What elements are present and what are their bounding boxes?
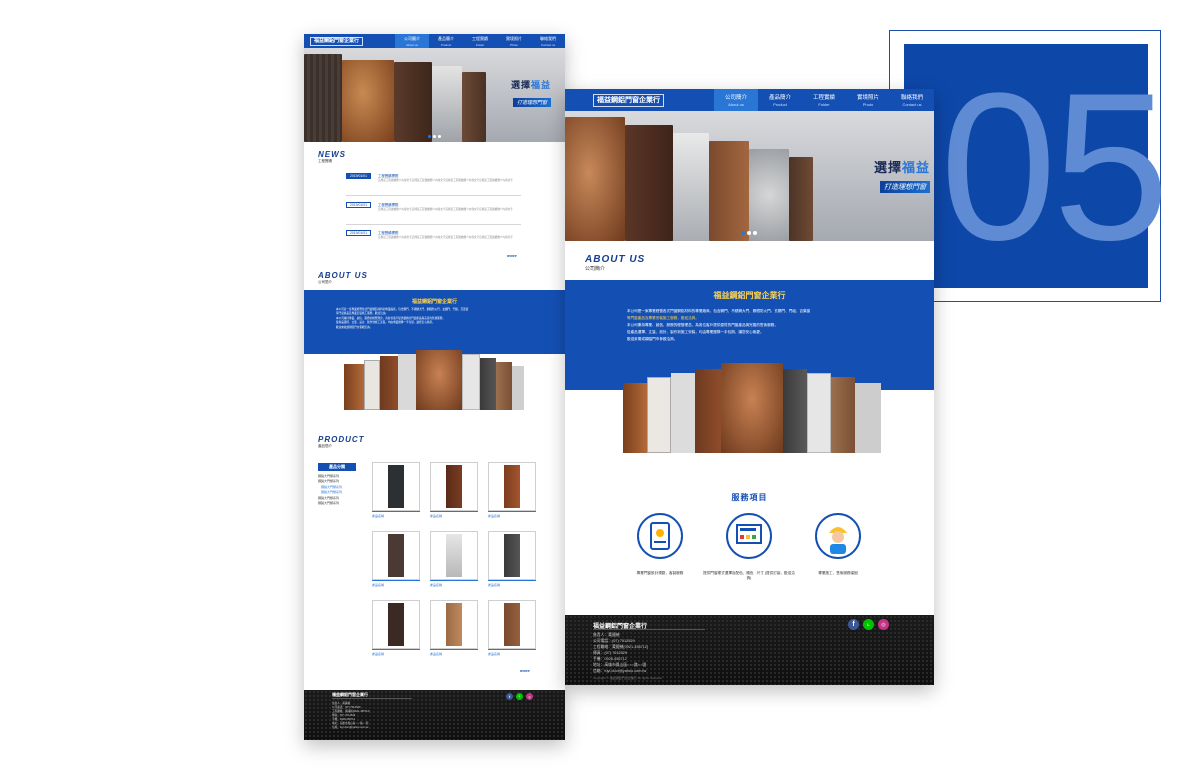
door-image [432, 66, 462, 142]
product-card[interactable]: 產品名稱 [372, 462, 420, 520]
door-image [304, 54, 342, 142]
nav-item-product[interactable]: 產品簡介 Product [429, 34, 463, 48]
hero-banner: 選擇福益 打造理想門窗 [304, 48, 565, 142]
line-icon[interactable]: L [863, 619, 874, 630]
category-item[interactable]: 鋼製大門類系列 [318, 501, 342, 506]
nav-item-product[interactable]: 產品簡介 Product [758, 89, 802, 111]
nav-item-folder[interactable]: 工程實績 Folder [802, 89, 846, 111]
product-card[interactable]: 產品名稱 [430, 531, 478, 589]
product-more-link[interactable]: more [520, 668, 530, 673]
deco-number: 05 [940, 49, 1170, 284]
nav-item-photo[interactable]: 實境照片 Photo [846, 89, 890, 111]
design-service-icon [637, 513, 683, 559]
door-image [673, 133, 709, 241]
news-heading: NEWS 工程實績 [318, 150, 346, 163]
nav-item-contact[interactable]: 聯絡我們 Contact us [890, 89, 934, 111]
nav-item-contact[interactable]: 聯絡我們 Contact us [531, 34, 565, 48]
site-footer: 福益鋼鋁門窗企業行 負責人：黃國禎 公司電話：(07) 7012529 工程聯絡… [565, 615, 934, 685]
nav-item-about[interactable]: 公司簡介 About us [714, 89, 758, 111]
product-card[interactable]: 產品名稱 [488, 531, 536, 589]
door-showcase-image [623, 363, 881, 453]
product-card[interactable]: 產品名稱 [488, 462, 536, 520]
service-caption: 專業門窗設計規劃，客製服務 [636, 571, 684, 575]
top-nav: 福益鋼鋁門窗企業行 公司簡介 About us 產品簡介 Product 工程實績 F… [304, 34, 565, 48]
door-image [749, 149, 789, 241]
carousel-dots[interactable] [428, 135, 441, 138]
carousel-dots[interactable] [741, 231, 757, 235]
line-icon[interactable]: L [516, 693, 523, 700]
category-heading: 產品分類 [318, 463, 356, 471]
site-footer: 福益鋼鋁門窗企業行 負責人：黃國禎 公司電話：(07) 7012529 工程聯絡… [304, 690, 565, 740]
door-image [462, 72, 486, 142]
category-list: 鋼製大門類系列 鋼製大門類系列 鋼製大門類系列 鋼製大門類系列 鋼製大門類系列 … [318, 474, 342, 506]
product-card[interactable]: 產品名稱 [372, 531, 420, 589]
homepage-mockup: 福益鋼鋁門窗企業行 公司簡介 About us 產品簡介 Product 工程實績 F… [304, 34, 565, 740]
hero-banner: 選擇福益 打造理想門窗 [565, 111, 934, 241]
instagram-icon[interactable]: ◎ [526, 693, 533, 700]
product-card[interactable]: 產品名稱 [372, 600, 420, 658]
product-card[interactable]: 產品名稱 [488, 600, 536, 658]
door-image [394, 62, 432, 142]
service-caption: 提供門窗樣式選擇及配色，顏色 · 尺寸 (提供訂製，歡迎洽詢) [703, 571, 795, 581]
instagram-icon[interactable]: ◎ [878, 619, 889, 630]
hero-slogan: 選擇福益 打造理想門窗 [510, 80, 551, 107]
product-card[interactable]: 產品名稱 [430, 600, 478, 658]
door-showcase-image [344, 350, 524, 410]
site-logo[interactable]: 福益鋼鋁門窗企業行 [593, 93, 664, 107]
showcase-stage: 05 福益鋼鋁門窗企業行 公司簡介 About us 產品簡介 Product 工程… [0, 0, 1200, 768]
nav-item-photo[interactable]: 實境照片 Photo [497, 34, 531, 48]
category-subitem[interactable]: 鋼製大門類系列 [318, 490, 342, 495]
facebook-icon[interactable]: f [506, 693, 513, 700]
about-band: 福益鋼鋁門窗企業行 本公司是一家專業經營各式門窗鋼鋁材料的專業廠商，包含鋼門、不… [304, 290, 565, 354]
door-image [789, 157, 813, 241]
about-heading: ABOUT US 公司簡介 [318, 271, 368, 284]
door-image [709, 141, 749, 241]
facebook-icon[interactable]: f [848, 619, 859, 630]
hero-slogan: 選擇福益 打造理想門窗 [873, 160, 930, 193]
nav-item-folder[interactable]: 工程實績 Folder [463, 34, 497, 48]
services-title: 服務項目 [731, 493, 768, 502]
door-image [342, 60, 394, 142]
product-heading: PRODUCT 產品簡介 [318, 435, 365, 448]
product-card[interactable]: 產品名稱 [430, 462, 478, 520]
door-image [625, 125, 673, 241]
top-nav: 福益鋼鋁門窗企業行 公司簡介 About us 產品簡介 Product 工程實績 F… [565, 89, 934, 111]
news-more-link[interactable]: more [507, 253, 517, 258]
service-caption: 專業施工，售後服務保固 [818, 571, 858, 575]
worker-icon [815, 513, 861, 559]
door-image [565, 117, 625, 241]
color-palette-icon [726, 513, 772, 559]
site-logo[interactable]: 福益鋼鋁門窗企業行 [310, 36, 364, 46]
about-page-mockup: 福益鋼鋁門窗企業行 公司簡介 About us 產品簡介 Product 工程實績 F… [565, 89, 934, 685]
about-heading: ABOUT US 公司簡介 [585, 254, 646, 272]
nav-item-about[interactable]: 公司簡介 About us [395, 34, 429, 48]
